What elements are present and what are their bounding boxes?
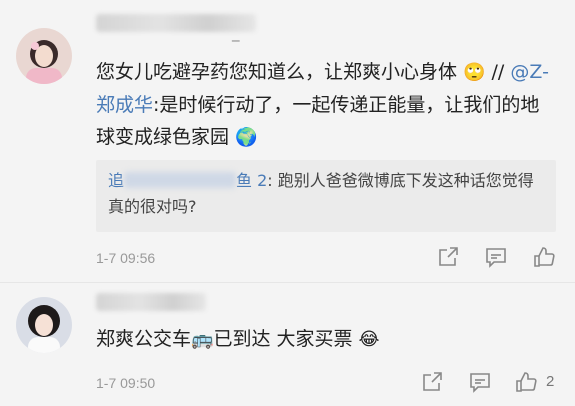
avatar[interactable] <box>16 297 72 353</box>
reply-username-start: 追 <box>108 171 125 190</box>
reply-box[interactable]: 追鱼 2: 跑别人爸爸微博底下发这种话您觉得真的很对吗? <box>96 160 556 232</box>
share-button[interactable] <box>436 245 462 271</box>
comment-text-part: // <box>491 61 505 83</box>
thumbs-up-icon <box>534 247 555 267</box>
username-tail: _ <box>232 24 240 42</box>
comment-icon <box>486 248 506 268</box>
comment-text-part: 您女儿吃避孕药您知道么，让郑爽小心身体 <box>96 61 458 83</box>
like-button[interactable] <box>514 370 540 396</box>
eye-roll-emoji: 🙄 <box>463 62 486 83</box>
avatar[interactable] <box>16 28 72 84</box>
bus-emoji: 🚌 <box>191 329 214 350</box>
comment-item: 郑爽公交车🚌已到达 大家买票 😂 1-7 09:50 2 <box>0 282 575 406</box>
comment-button[interactable] <box>484 245 510 271</box>
username[interactable] <box>96 293 206 311</box>
share-icon <box>423 372 442 391</box>
reply-username[interactable]: 追 鱼 2 <box>108 171 267 190</box>
comment-text-part: :是时候行动了，一起传递正能量，让我们的地球变成绿色家园 <box>96 94 540 148</box>
comment-item: _ 您女儿吃避孕药您知道么，让郑爽小心身体 🙄 // @Z-郑成华:是时候行动了… <box>0 0 575 282</box>
comment-text-part: 郑爽公交车 <box>96 328 192 350</box>
blurred-name <box>124 172 237 188</box>
comment-icon <box>470 373 490 393</box>
reply-username-end: 鱼 2 <box>236 171 268 190</box>
globe-emoji: 🌍 <box>235 127 258 148</box>
thumbs-up-icon <box>516 372 537 392</box>
comment-text: 郑爽公交车🚌已到达 大家买票 😂 <box>96 323 556 356</box>
comment-text: 您女儿吃避孕药您知道么，让郑爽小心身体 🙄 // @Z-郑成华:是时候行动了，一… <box>96 56 556 154</box>
share-button[interactable] <box>420 370 446 396</box>
share-icon <box>439 247 458 266</box>
comment-text-part: 已到达 大家买票 <box>213 328 353 350</box>
timestamp: 1-7 09:56 <box>96 250 156 266</box>
laughing-emoji: 😂 <box>358 329 380 350</box>
timestamp: 1-7 09:50 <box>96 375 156 391</box>
like-button[interactable] <box>532 245 558 271</box>
like-count: 2 <box>546 373 555 390</box>
comment-button[interactable] <box>468 370 494 396</box>
